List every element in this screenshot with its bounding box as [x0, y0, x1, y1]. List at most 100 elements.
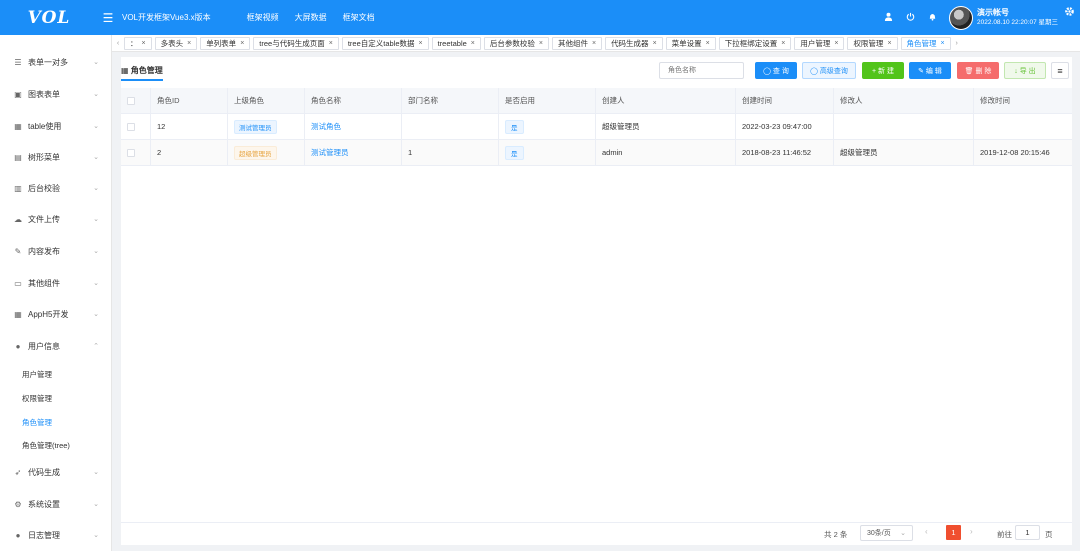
- tab-single-form[interactable]: 单列表单 ×: [200, 36, 251, 50]
- advanced-query-button[interactable]: ◯ 高级查询: [802, 62, 856, 79]
- close-icon[interactable]: ×: [539, 40, 543, 47]
- cell-modified-time: [974, 114, 1072, 140]
- current-page-button[interactable]: 1: [946, 525, 961, 540]
- sidebar-item-code-generation[interactable]: ➶ 代码生成 ⌄: [0, 462, 111, 482]
- col-modifier[interactable]: 修改人: [834, 87, 974, 114]
- close-icon[interactable]: ×: [887, 40, 891, 47]
- tab-item[interactable]: ： ×: [124, 36, 152, 50]
- tab-scroll-right-icon[interactable]: ›: [951, 40, 963, 47]
- sidebar-item-label: 系统设置: [28, 499, 60, 509]
- close-icon[interactable]: ×: [187, 40, 191, 47]
- sidebar-item-content-publish[interactable]: ✎ 内容发布 ⌄: [0, 241, 111, 261]
- bell-icon[interactable]: [921, 12, 943, 23]
- col-role-name[interactable]: 角色名称: [305, 87, 402, 114]
- add-button[interactable]: + 新 建: [862, 62, 904, 79]
- close-icon[interactable]: ×: [834, 40, 838, 47]
- role-name-link[interactable]: 测试角色: [311, 121, 341, 132]
- row-checkbox[interactable]: [127, 148, 135, 157]
- export-button[interactable]: ↓ 导 出: [1004, 62, 1046, 79]
- sidebar-item-file-upload[interactable]: ☁ 文件上传 ⌄: [0, 209, 111, 229]
- nav-docs-link[interactable]: 框架文档: [343, 12, 375, 23]
- col-dept-name[interactable]: 部门名称: [402, 87, 499, 114]
- query-button[interactable]: ◯ 查 询: [755, 62, 797, 79]
- sidebar-item-log-management[interactable]: ● 日志管理 ⌄: [0, 525, 111, 545]
- close-icon[interactable]: ×: [329, 40, 333, 47]
- col-parent-role[interactable]: 上级角色: [228, 87, 305, 114]
- tab-role-management[interactable]: 角色管理 ×: [900, 36, 951, 50]
- menu-toggle-icon[interactable]: ☰: [98, 11, 118, 25]
- sidebar-item-label: AppH5开发: [28, 309, 69, 319]
- col-modified-time[interactable]: 修改时间: [974, 88, 1072, 114]
- user-info[interactable]: 演示帐号 2022.08.10 22:20:07 星期三: [977, 8, 1058, 28]
- tab-other-components[interactable]: 其他组件 ×: [551, 36, 603, 50]
- sidebar-subitem-user-management[interactable]: 用户管理: [22, 369, 52, 380]
- sidebar-item-label: 用户信息: [28, 341, 60, 351]
- col-created-time[interactable]: 创建时间: [736, 87, 834, 114]
- role-name-link[interactable]: 测试管理员: [311, 147, 349, 158]
- col-enabled[interactable]: 是否启用: [499, 87, 596, 114]
- sidebar-item-form-one-to-many[interactable]: ☰ 表单一对多 ⌄: [0, 52, 111, 72]
- goto-page-input[interactable]: 1: [1015, 525, 1040, 540]
- tab-scroll-left-icon[interactable]: ‹: [112, 40, 124, 47]
- chevron-down-icon: ⌄: [93, 123, 99, 130]
- close-icon[interactable]: ×: [419, 40, 423, 47]
- prev-page-icon[interactable]: ‹: [925, 527, 928, 536]
- role-name-search-input[interactable]: [659, 62, 744, 79]
- sidebar-subitem-role-management-tree[interactable]: 角色管理(tree): [22, 440, 70, 451]
- nav-video-link[interactable]: 框架视频: [247, 12, 279, 23]
- parent-role-tag: 超级管理员: [234, 145, 277, 160]
- tab-permission-management[interactable]: 权限管理 ×: [847, 36, 898, 50]
- sidebar-item-chart-form[interactable]: ▣ 图表表单 ⌄: [0, 84, 111, 104]
- select-all-checkbox[interactable]: [127, 96, 135, 105]
- close-icon[interactable]: ×: [240, 40, 244, 47]
- tab-dropdown-binding[interactable]: 下拉框绑定设置 ×: [718, 36, 792, 50]
- edit-button[interactable]: ✎ 编 辑: [909, 62, 951, 79]
- next-page-icon[interactable]: ›: [970, 527, 973, 536]
- sidebar-item-system-settings[interactable]: ⚙ 系统设置 ⌄: [0, 494, 111, 514]
- top-nav: 框架视频 大屏数据 框架文档: [247, 12, 375, 23]
- power-icon[interactable]: [899, 12, 921, 23]
- sidebar-item-other-components[interactable]: ▭ 其他组件 ⌄: [0, 273, 111, 293]
- close-icon[interactable]: ×: [706, 40, 710, 47]
- more-menu-icon[interactable]: ≡: [1051, 62, 1069, 79]
- table-row[interactable]: 12 测试管理员 测试角色 是 超级管理员 2022-03-23 09:47:0…: [121, 113, 1072, 140]
- chevron-down-icon: ⌄: [93, 469, 99, 476]
- tab-user-management[interactable]: 用户管理 ×: [794, 36, 845, 50]
- enabled-tag: 是: [505, 119, 524, 134]
- sidebar-subitem-permission-management[interactable]: 权限管理: [22, 393, 52, 404]
- col-role-id[interactable]: 角色ID: [151, 87, 228, 114]
- col-creator[interactable]: 创建人: [596, 87, 736, 114]
- chart-icon: ▣: [14, 89, 22, 99]
- tab-backend-param-check[interactable]: 后台参数校验 ×: [483, 36, 549, 50]
- delete-button[interactable]: 🗑 删 除: [957, 62, 999, 79]
- user-avatar[interactable]: [949, 5, 974, 30]
- close-icon[interactable]: ×: [941, 40, 945, 47]
- chevron-down-icon: ⌄: [93, 280, 99, 287]
- row-checkbox[interactable]: [127, 122, 135, 131]
- sidebar-item-user-info[interactable]: ● 用户信息 ⌃: [0, 336, 111, 356]
- tab-tree-custom-table[interactable]: tree自定义table数据 ×: [341, 36, 429, 50]
- tab-code-generator[interactable]: 代码生成器 ×: [605, 36, 663, 50]
- sidebar-item-tree-menu[interactable]: ▤ 树形菜单 ⌄: [0, 147, 111, 167]
- tab-label: 其他组件: [557, 38, 588, 48]
- close-icon[interactable]: ×: [592, 40, 596, 47]
- close-icon[interactable]: ×: [781, 40, 785, 47]
- close-icon[interactable]: ×: [653, 40, 657, 47]
- close-icon[interactable]: ×: [142, 40, 146, 47]
- chevron-down-icon: ⌄: [93, 216, 99, 223]
- settings-gear-icon[interactable]: [1058, 6, 1080, 20]
- user-icon[interactable]: [877, 12, 899, 23]
- tab-tree-codegen[interactable]: tree与代码生成页面 ×: [253, 36, 339, 50]
- tree-icon: ▤: [14, 152, 22, 162]
- nav-bigscreen-link[interactable]: 大屏数据: [295, 12, 327, 23]
- close-icon[interactable]: ×: [471, 40, 475, 47]
- sidebar-item-table-usage[interactable]: ▦ table使用 ⌄: [0, 116, 111, 136]
- tab-treetable[interactable]: treetable ×: [431, 36, 481, 50]
- sidebar-item-apph5[interactable]: ▦ AppH5开发 ⌄: [0, 304, 111, 324]
- tab-multi-header[interactable]: 多表头 ×: [154, 36, 198, 50]
- sidebar-item-backend-validation[interactable]: ▥ 后台校验 ⌄: [0, 178, 111, 198]
- page-size-select[interactable]: 30条/页 ⌄: [860, 525, 913, 541]
- table-row[interactable]: 2 超级管理员 测试管理员 1 是 admin 2018-08-23 11:46…: [121, 139, 1072, 166]
- tab-menu-settings[interactable]: 菜单设置 ×: [665, 36, 716, 50]
- sidebar-subitem-role-management[interactable]: 角色管理: [22, 417, 52, 428]
